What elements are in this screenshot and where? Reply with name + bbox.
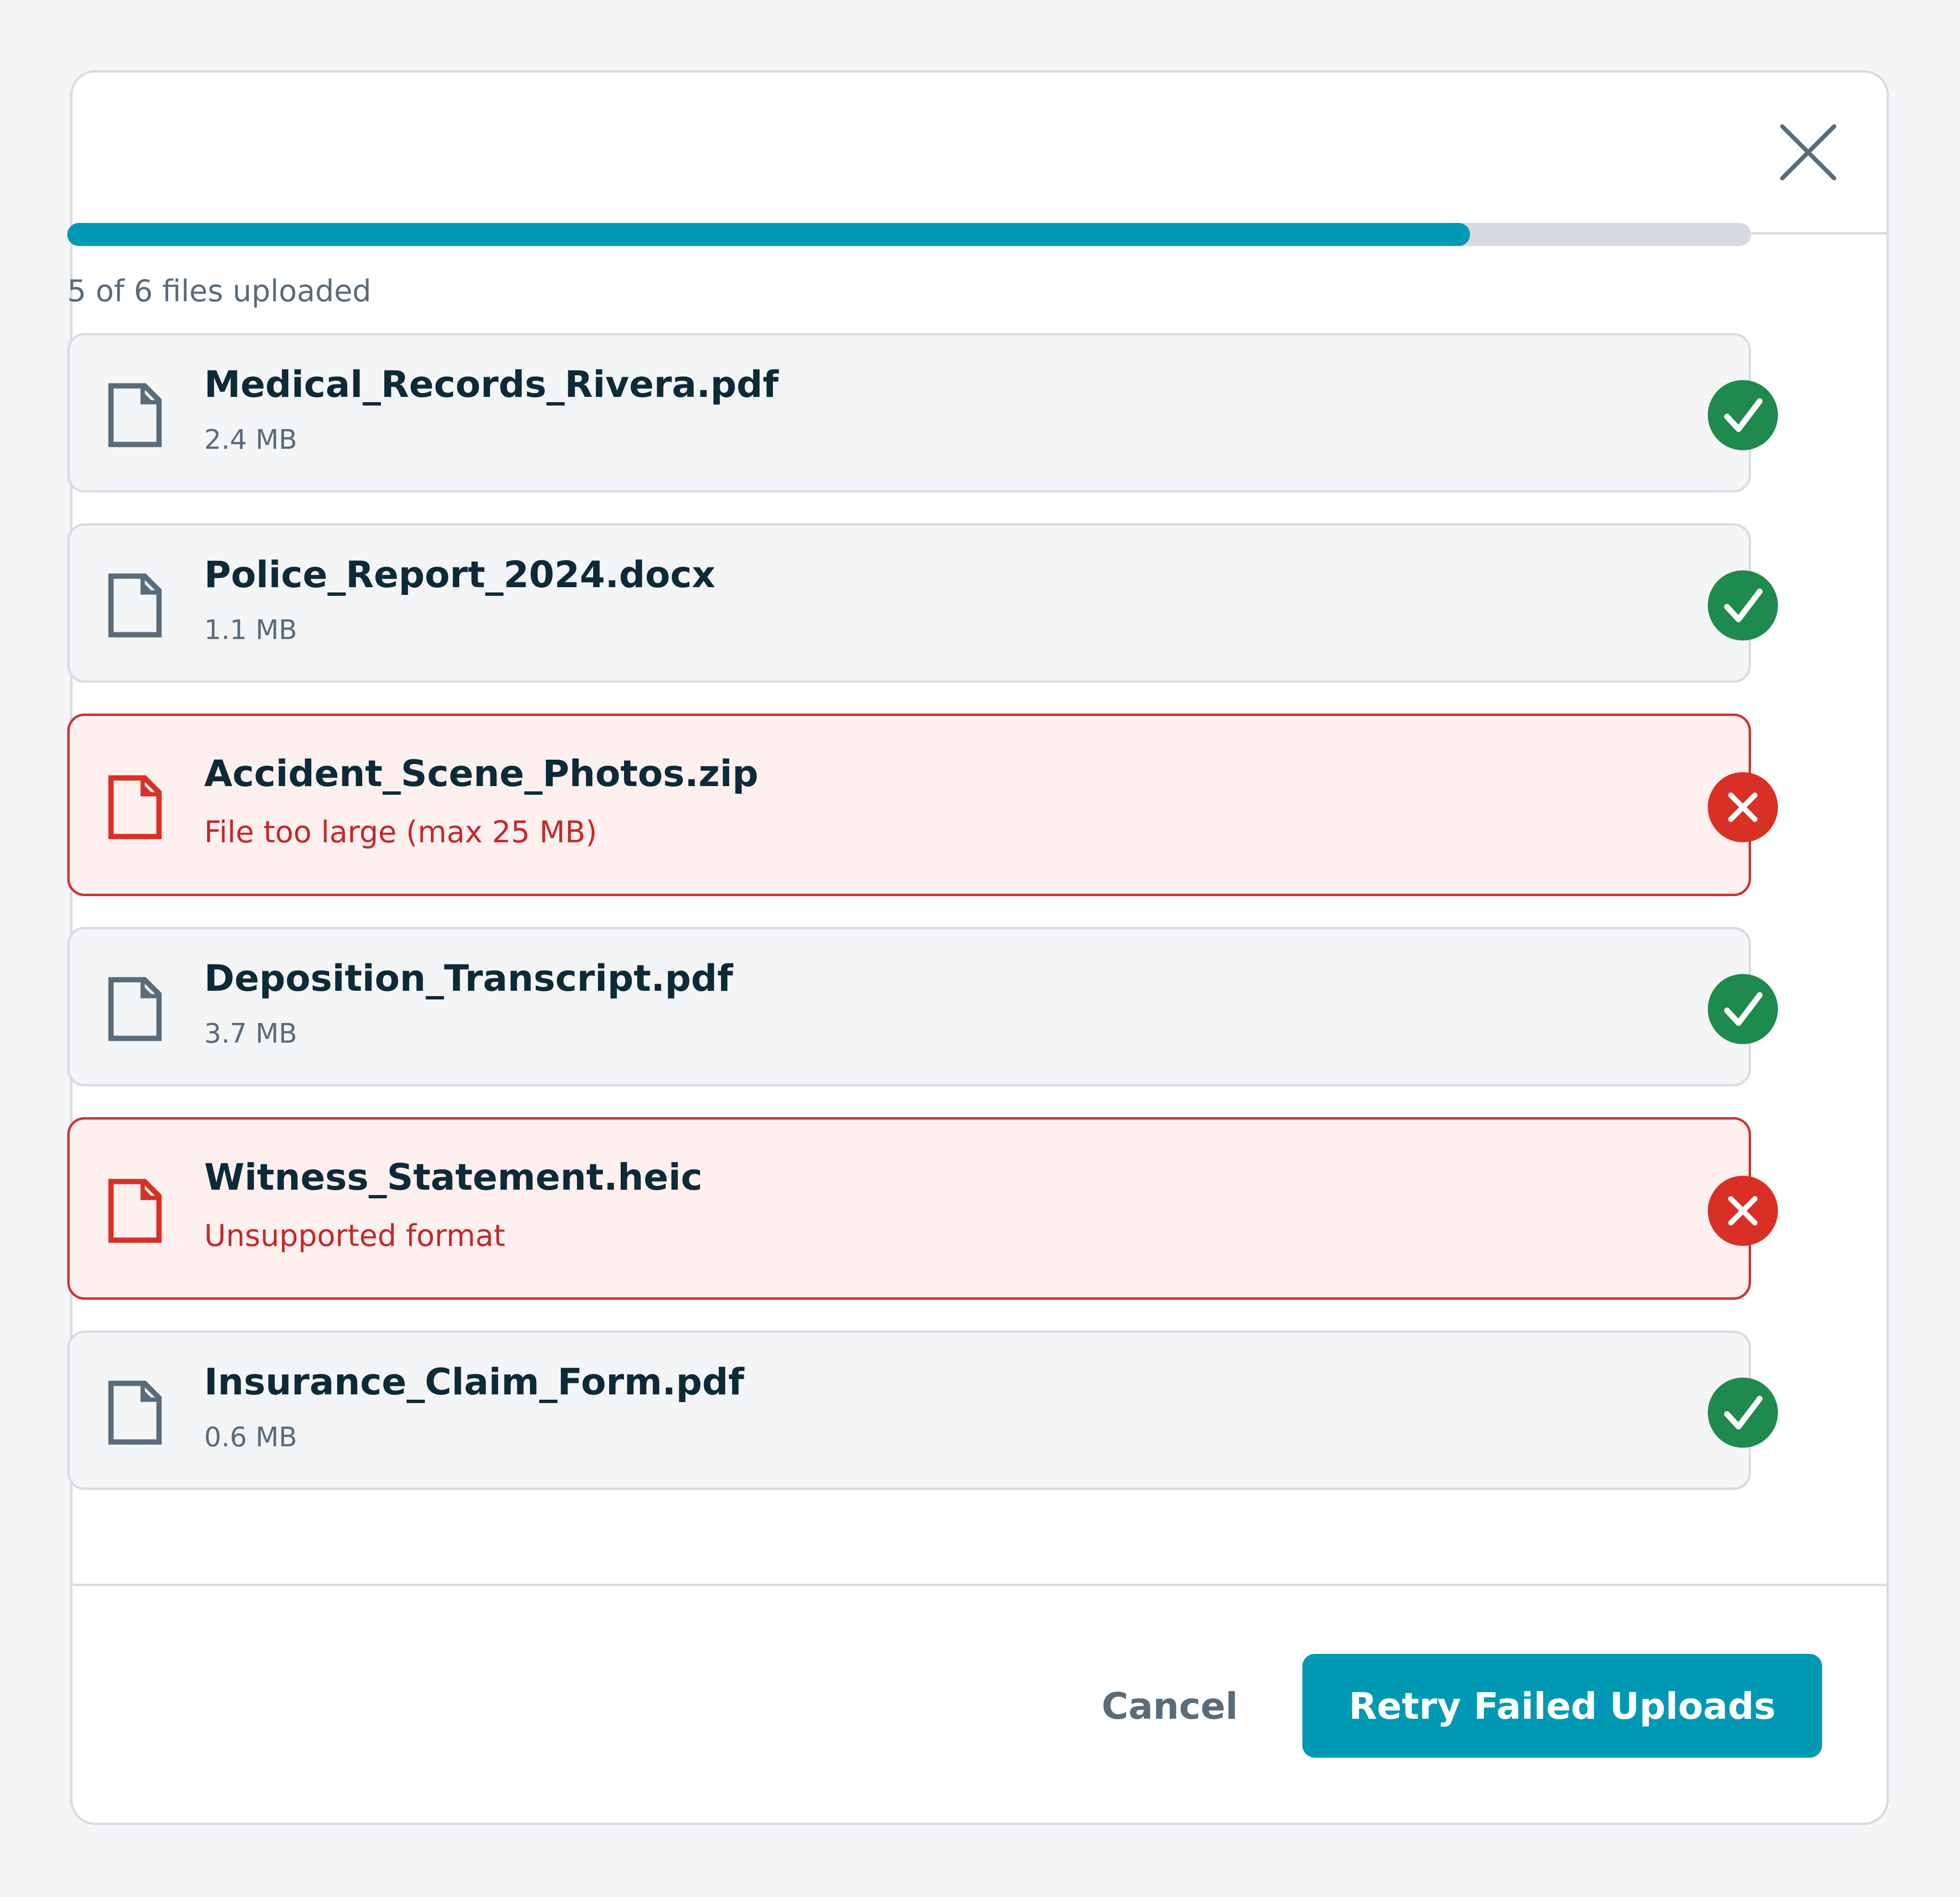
upload-progress-bar [67, 223, 1751, 246]
cancel-button[interactable]: Cancel [1062, 1654, 1278, 1758]
file-icon [108, 775, 162, 839]
file-size: 2.4 MB [204, 424, 297, 456]
file-list: Medical_Records_Rivera.pdf 2.4 MB Police_R… [67, 333, 1778, 1544]
file-size: 1.1 MB [204, 615, 297, 646]
file-icon [108, 1380, 162, 1445]
file-icon [108, 977, 162, 1041]
file-name: Insurance_Claim_Form.pdf [204, 1360, 745, 1403]
dialog-header [73, 73, 1886, 234]
file-name: Police_Report_2024.docx [204, 553, 716, 596]
error-status-icon [1707, 1175, 1779, 1247]
file-icon [108, 383, 162, 447]
file-row: Deposition_Transcript.pdf 3.7 MB [67, 927, 1778, 1086]
file-error-message: File too large (max 25 MB) [204, 814, 597, 850]
upload-progress-fill [67, 223, 1470, 246]
close-icon [1780, 124, 1837, 181]
file-row: Medical_Records_Rivera.pdf 2.4 MB [67, 333, 1778, 493]
file-name: Medical_Records_Rivera.pdf [204, 363, 779, 406]
file-size: 0.6 MB [204, 1422, 297, 1453]
file-row: Police_Report_2024.docx 1.1 MB [67, 523, 1778, 683]
upload-progress-label: 5 of 6 files uploaded [67, 273, 371, 308]
file-row: Witness_Statement.heic Unsupported format [67, 1117, 1778, 1300]
file-icon [108, 1179, 162, 1243]
success-status-icon [1707, 379, 1779, 451]
file-row: Insurance_Claim_Form.pdf 0.6 MB [67, 1330, 1778, 1490]
close-button[interactable] [1778, 123, 1838, 182]
retry-failed-uploads-button[interactable]: Retry Failed Uploads [1302, 1654, 1822, 1758]
file-row: Accident_Scene_Photos.zip File too large … [67, 714, 1778, 896]
success-status-icon [1707, 973, 1779, 1045]
success-status-icon [1707, 569, 1779, 641]
file-name: Deposition_Transcript.pdf [204, 957, 733, 999]
success-status-icon [1707, 1377, 1779, 1449]
footer-divider [70, 1584, 1889, 1586]
file-name: Accident_Scene_Photos.zip [204, 752, 759, 795]
file-name: Witness_Statement.heic [204, 1156, 703, 1198]
file-icon [108, 573, 162, 638]
error-status-icon [1707, 771, 1779, 843]
file-size: 3.7 MB [204, 1018, 297, 1049]
file-error-message: Unsupported format [204, 1218, 505, 1253]
